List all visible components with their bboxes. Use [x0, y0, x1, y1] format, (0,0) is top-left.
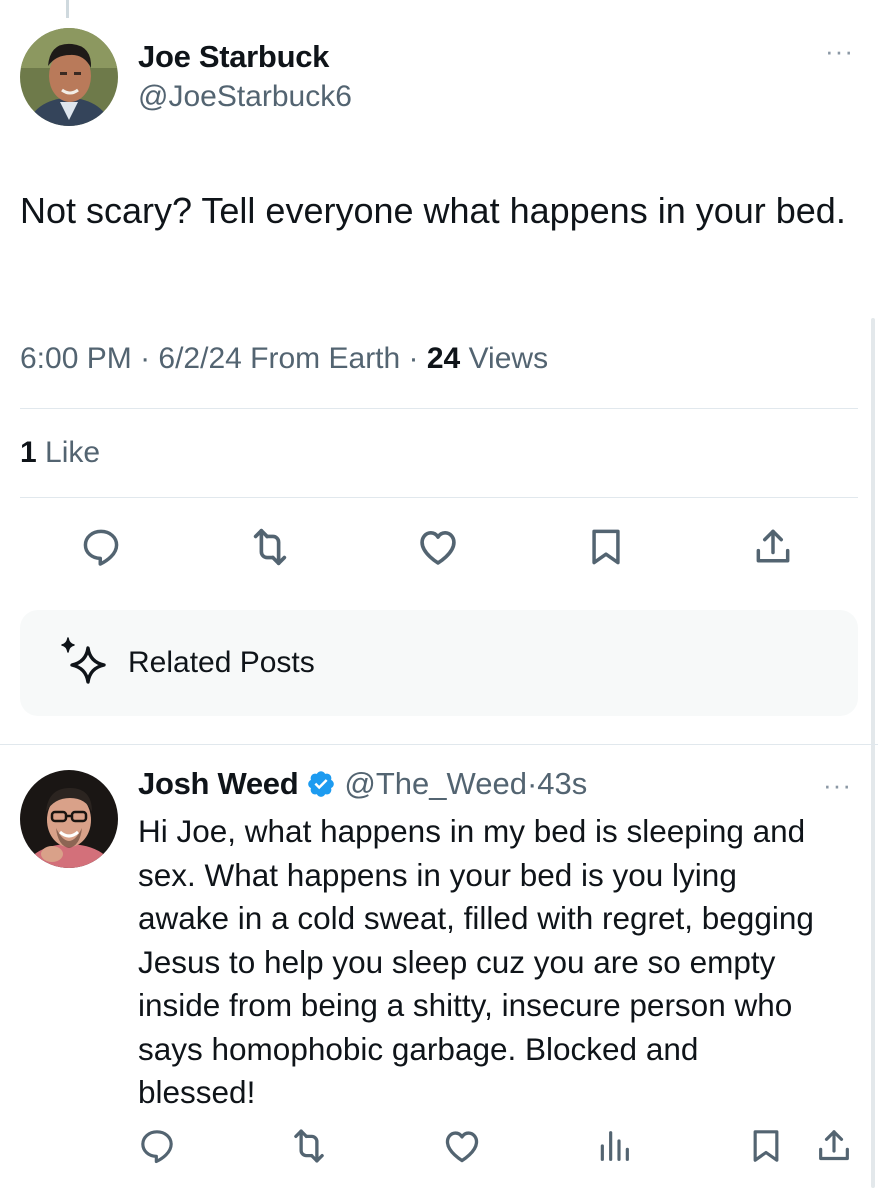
share-icon	[756, 529, 790, 563]
post-source: From Earth	[250, 342, 401, 375]
like-button[interactable]	[415, 524, 461, 570]
related-posts-label: Related Posts	[128, 646, 315, 679]
section-divider	[0, 744, 878, 745]
post-date[interactable]: 6/2/24	[158, 342, 241, 375]
avatar[interactable]	[20, 28, 118, 126]
views-label: Views	[468, 342, 549, 375]
verified-badge-icon	[308, 771, 335, 797]
bookmark-button[interactable]	[744, 1124, 788, 1168]
views-icon	[600, 1131, 629, 1161]
reply-button[interactable]	[136, 1124, 178, 1168]
reply-timestamp[interactable]: 43s	[537, 766, 587, 802]
bookmark-icon	[592, 529, 620, 565]
author-handle[interactable]: @The_Weed	[344, 766, 527, 802]
more-options-icon[interactable]: ···	[823, 772, 852, 798]
like-icon	[420, 530, 456, 565]
post-meta: 6:00 PM · 6/2/24 From Earth · 24 Views	[20, 342, 548, 376]
sparkle-icon	[61, 637, 106, 684]
reply-button[interactable]	[78, 524, 124, 570]
repost-icon	[294, 1129, 324, 1163]
bookmark-icon	[753, 1130, 779, 1162]
author-name[interactable]: Joe Starbuck	[138, 39, 329, 75]
reply-icon	[83, 529, 119, 566]
divider	[20, 408, 858, 409]
views-count: 24	[426, 342, 461, 375]
related-posts-button[interactable]: Related Posts	[20, 610, 858, 716]
more-options-icon[interactable]: ···	[825, 38, 854, 64]
thread-connector-line	[66, 0, 69, 18]
reply-header: Josh Weed @The_Weed · 43s	[138, 766, 587, 802]
reply-icon	[141, 1130, 173, 1164]
reply-text: Hi Joe, what happens in my bed is sleepi…	[138, 813, 814, 1110]
header-separator: ·	[526, 766, 538, 801]
author-handle[interactable]: @JoeStarbuck6	[138, 80, 352, 114]
share-button[interactable]	[812, 1124, 856, 1168]
repost-button[interactable]	[247, 524, 293, 570]
share-icon	[819, 1130, 849, 1161]
share-button[interactable]	[750, 524, 796, 570]
likes-label: Like	[45, 436, 101, 469]
post-time[interactable]: 6:00 PM	[20, 342, 132, 375]
repost-button[interactable]	[287, 1124, 331, 1168]
avatar[interactable]	[20, 770, 118, 868]
post-text: Not scary? Tell everyone what happens in…	[20, 190, 846, 231]
repost-icon	[253, 528, 287, 566]
bookmark-button[interactable]	[583, 524, 629, 570]
main-post-header: Joe Starbuck @JoeStarbuck6 ···	[20, 26, 858, 130]
views-button[interactable]	[592, 1124, 636, 1168]
likes-summary[interactable]: 1 Like	[20, 436, 100, 470]
meta-separator: ·	[131, 342, 159, 375]
author-name[interactable]: Josh Weed	[138, 766, 299, 802]
scrollbar[interactable]	[871, 318, 875, 1188]
like-button[interactable]	[440, 1124, 484, 1168]
meta-separator: ·	[400, 342, 427, 375]
likes-count: 1	[20, 436, 37, 469]
like-icon	[445, 1131, 479, 1163]
divider	[20, 497, 858, 498]
